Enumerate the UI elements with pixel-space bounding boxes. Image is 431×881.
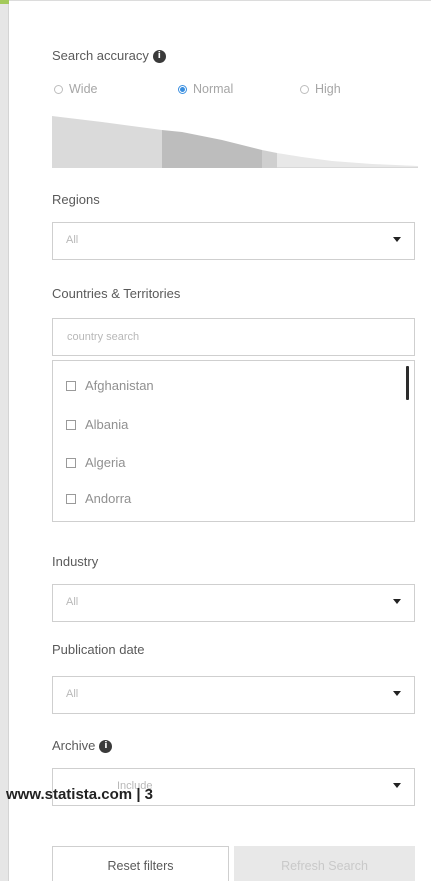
checkbox-icon[interactable] bbox=[66, 457, 76, 468]
regions-value: All bbox=[66, 234, 79, 246]
caret-down-icon bbox=[393, 599, 401, 604]
radio-normal[interactable]: Normal bbox=[178, 82, 233, 96]
accuracy-histogram bbox=[52, 116, 418, 168]
archive-heading: Archive i bbox=[52, 738, 113, 754]
radio-high-label: High bbox=[315, 82, 341, 96]
checkbox-icon[interactable] bbox=[66, 493, 76, 504]
archive-label: Archive bbox=[52, 738, 96, 753]
country-search-input[interactable] bbox=[52, 318, 415, 356]
industry-value: All bbox=[66, 596, 79, 608]
radio-wide-dot bbox=[54, 84, 63, 94]
hist-normal-segment bbox=[162, 130, 262, 168]
radio-normal-dot bbox=[178, 84, 187, 94]
top-divider bbox=[9, 0, 431, 1]
search-accuracy-label: Search accuracy bbox=[52, 48, 149, 63]
sidebar-edge bbox=[0, 0, 9, 881]
radio-high-dot bbox=[300, 84, 309, 94]
country-item-algeria[interactable]: Algeria bbox=[66, 455, 125, 470]
sidebar-edge-accent bbox=[0, 0, 9, 4]
regions-select[interactable]: All bbox=[52, 222, 415, 260]
search-accuracy-heading: Search accuracy i bbox=[52, 48, 166, 64]
country-list-scrollbar[interactable] bbox=[406, 366, 409, 400]
info-icon[interactable]: i bbox=[152, 50, 166, 64]
regions-label: Regions bbox=[52, 192, 100, 207]
refresh-search-button[interactable]: Refresh Search bbox=[234, 846, 415, 881]
checkbox-icon[interactable] bbox=[66, 419, 76, 430]
radio-high[interactable]: High bbox=[300, 82, 341, 96]
radio-wide-label: Wide bbox=[69, 82, 98, 96]
checkbox-icon[interactable] bbox=[66, 380, 76, 391]
countries-label: Countries & Territories bbox=[52, 286, 181, 301]
radio-normal-label: Normal bbox=[193, 82, 234, 96]
watermark: www.statista.com | 3 bbox=[6, 786, 154, 803]
publication-date-value: All bbox=[66, 688, 79, 700]
country-item-albania[interactable]: Albania bbox=[66, 417, 128, 432]
publication-date-select[interactable]: All bbox=[52, 676, 415, 714]
caret-down-icon bbox=[393, 783, 401, 788]
country-item-andorra[interactable]: Andorra bbox=[66, 491, 131, 506]
hist-wide-segment bbox=[52, 116, 162, 168]
search-accuracy-options: Wide Normal High bbox=[52, 82, 382, 98]
caret-down-icon bbox=[393, 237, 401, 242]
industry-label: Industry bbox=[52, 554, 99, 569]
hist-high-segment bbox=[277, 153, 418, 168]
industry-select[interactable]: All bbox=[52, 584, 415, 622]
country-label: Andorra bbox=[85, 491, 132, 506]
reset-filters-button[interactable]: Reset filters bbox=[52, 846, 229, 881]
country-label: Algeria bbox=[85, 455, 126, 470]
caret-down-icon bbox=[393, 691, 401, 696]
info-icon[interactable]: i bbox=[99, 740, 113, 754]
publication-date-label: Publication date bbox=[52, 642, 145, 657]
hist-normal-tail bbox=[262, 150, 277, 168]
country-list: Afghanistan Albania Algeria Andorra bbox=[52, 360, 415, 522]
country-item-afghanistan[interactable]: Afghanistan bbox=[66, 378, 154, 393]
country-label: Afghanistan bbox=[85, 378, 154, 393]
radio-wide[interactable]: Wide bbox=[54, 82, 97, 96]
country-label: Albania bbox=[85, 417, 129, 432]
